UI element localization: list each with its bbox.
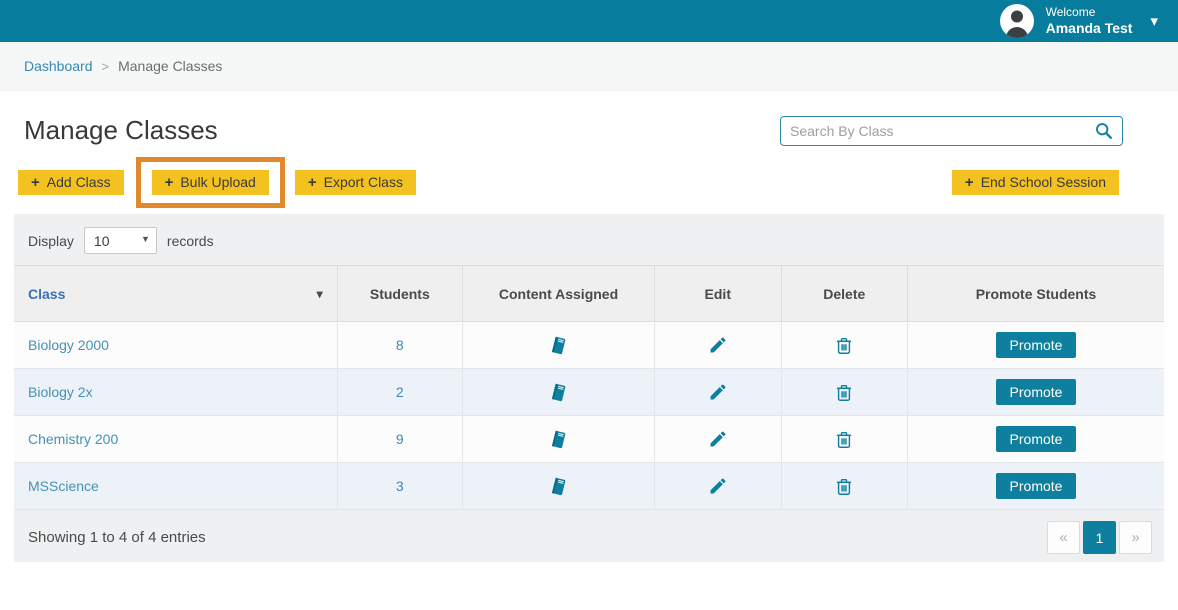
avatar[interactable] [1000,4,1034,38]
search-input[interactable] [790,123,1094,139]
table-row: Biology 2000 8 [14,322,1164,369]
display-records-row: Display 10 ▼ records [14,214,1164,265]
promote-button[interactable]: Promote [996,426,1077,452]
display-count-wrap: 10 ▼ [84,227,157,254]
student-count-link[interactable]: 2 [396,384,404,400]
class-name-link[interactable]: MSScience [28,478,99,494]
add-class-label: Add Class [47,174,111,190]
bulk-upload-label: Bulk Upload [180,174,256,190]
username-label: Amanda Test [1046,20,1133,38]
end-school-session-label: End School Session [981,174,1106,190]
edit-pencil-icon[interactable] [708,335,728,355]
student-count-link[interactable]: 8 [396,337,404,353]
delete-trash-icon[interactable] [834,476,854,497]
delete-trash-icon[interactable] [834,382,854,403]
add-class-button[interactable]: + Add Class [18,170,124,195]
class-name-link[interactable]: Biology 2000 [28,337,109,353]
classes-table: Class ▾ Students Content Assigned Edit D… [14,265,1164,510]
person-icon [1000,4,1034,38]
plus-icon: + [308,174,317,191]
records-label: records [167,233,214,249]
plus-icon: + [31,174,40,191]
toolbar: + Add Class + Bulk Upload + Export Class… [0,153,1178,211]
edit-pencil-icon[interactable] [708,476,728,496]
content-assigned-book-icon[interactable] [548,429,569,450]
export-class-button[interactable]: + Export Class [295,170,416,195]
account-menu[interactable]: Welcome Amanda Test ▾ [1000,4,1158,38]
display-count-select[interactable]: 10 [84,227,157,254]
chevron-down-icon[interactable]: ▾ [1150,12,1158,30]
table-row: Chemistry 200 9 [14,416,1164,463]
search-icon[interactable] [1094,121,1113,140]
plus-icon: + [165,174,174,191]
bulk-upload-button[interactable]: + Bulk Upload [152,170,269,195]
classes-panel: Display 10 ▼ records Class ▾ Students [14,214,1164,562]
student-count-link[interactable]: 9 [396,431,404,447]
end-school-session-button[interactable]: + End School Session [952,170,1119,195]
content-assigned-book-icon[interactable] [548,335,569,356]
content-assigned-book-icon[interactable] [548,382,569,403]
plus-icon: + [965,174,974,191]
promote-button[interactable]: Promote [996,332,1077,358]
sort-caret-icon[interactable]: ▾ [317,287,323,301]
delete-trash-icon[interactable] [834,335,854,356]
table-footer: Showing 1 to 4 of 4 entries « 1 » [14,510,1164,554]
column-header-promote-students: Promote Students [908,266,1164,322]
entries-summary: Showing 1 to 4 of 4 entries [28,529,206,546]
column-header-edit: Edit [655,266,782,322]
pagination: « 1 » [1047,521,1152,554]
top-bar: Welcome Amanda Test ▾ [0,0,1178,42]
column-header-content-assigned: Content Assigned [462,266,654,322]
breadcrumb-separator: > [102,59,110,74]
breadcrumb-dashboard-link[interactable]: Dashboard [24,58,93,74]
pagination-next-button[interactable]: » [1119,521,1152,554]
display-label: Display [28,233,74,249]
breadcrumb: Dashboard > Manage Classes [0,42,1178,91]
content-assigned-book-icon[interactable] [548,476,569,497]
page-title: Manage Classes [24,115,218,146]
class-column-label[interactable]: Class [28,286,65,302]
promote-button[interactable]: Promote [996,473,1077,499]
welcome-label: Welcome [1046,5,1133,20]
class-name-link[interactable]: Chemistry 200 [28,431,118,447]
pagination-prev-button[interactable]: « [1047,521,1080,554]
export-class-label: Export Class [324,174,403,190]
search-box [780,116,1123,146]
table-header-row: Class ▾ Students Content Assigned Edit D… [14,266,1164,322]
edit-pencil-icon[interactable] [708,429,728,449]
student-count-link[interactable]: 3 [396,478,404,494]
bulk-upload-highlight-annotation: + Bulk Upload [136,157,285,208]
table-row: MSScience 3 [14,463,1164,510]
welcome-block: Welcome Amanda Test [1046,5,1133,38]
pagination-page-1-button[interactable]: 1 [1083,521,1116,554]
breadcrumb-current: Manage Classes [118,58,222,74]
table-row: Biology 2x 2 [14,369,1164,416]
class-name-link[interactable]: Biology 2x [28,384,93,400]
edit-pencil-icon[interactable] [708,382,728,402]
title-row: Manage Classes [0,91,1178,153]
column-header-delete: Delete [781,266,908,322]
column-header-class[interactable]: Class ▾ [14,266,337,322]
delete-trash-icon[interactable] [834,429,854,450]
column-header-students: Students [337,266,462,322]
promote-button[interactable]: Promote [996,379,1077,405]
